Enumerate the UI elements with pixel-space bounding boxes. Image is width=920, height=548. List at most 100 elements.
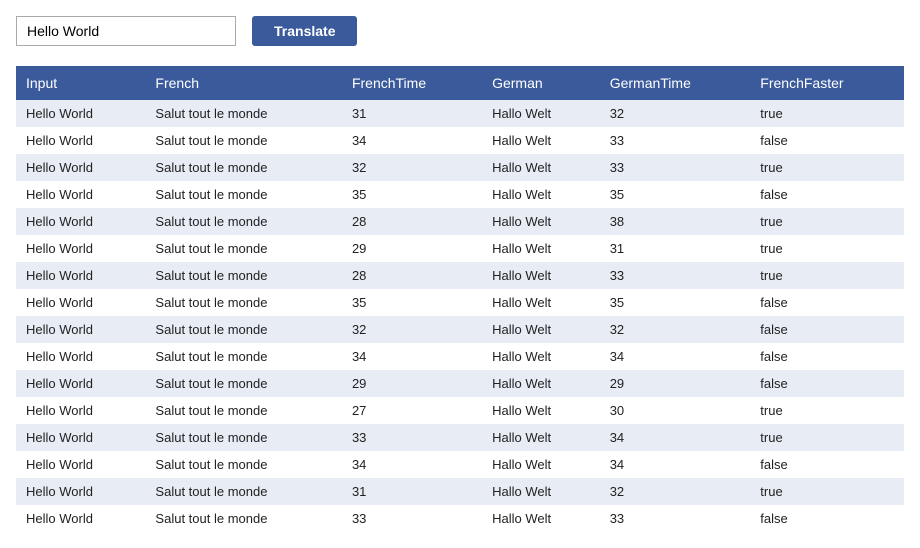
cell-frenchtime: 34 <box>342 127 482 154</box>
col-french-time: FrenchTime <box>342 66 482 100</box>
cell-german: Hallo Welt <box>482 289 600 316</box>
cell-german: Hallo Welt <box>482 262 600 289</box>
col-input: Input <box>16 66 145 100</box>
cell-french: Salut tout le monde <box>145 451 342 478</box>
cell-frenchfaster: true <box>750 478 904 505</box>
cell-german: Hallo Welt <box>482 451 600 478</box>
cell-frenchfaster: true <box>750 154 904 181</box>
cell-frenchtime: 33 <box>342 505 482 532</box>
cell-frenchtime: 32 <box>342 316 482 343</box>
cell-input: Hello World <box>16 505 145 532</box>
cell-french: Salut tout le monde <box>145 208 342 235</box>
cell-input: Hello World <box>16 127 145 154</box>
cell-german: Hallo Welt <box>482 100 600 127</box>
cell-germantime: 33 <box>600 127 751 154</box>
results-table: Input French FrenchTime German GermanTim… <box>16 66 904 532</box>
cell-frenchtime: 27 <box>342 397 482 424</box>
cell-french: Salut tout le monde <box>145 154 342 181</box>
cell-frenchfaster: true <box>750 208 904 235</box>
table-row: Hello WorldSalut tout le monde34Hallo We… <box>16 343 904 370</box>
cell-germantime: 31 <box>600 235 751 262</box>
cell-frenchfaster: true <box>750 100 904 127</box>
cell-german: Hallo Welt <box>482 208 600 235</box>
cell-input: Hello World <box>16 451 145 478</box>
cell-frenchfaster: false <box>750 181 904 208</box>
cell-germantime: 33 <box>600 262 751 289</box>
cell-input: Hello World <box>16 208 145 235</box>
cell-german: Hallo Welt <box>482 316 600 343</box>
cell-french: Salut tout le monde <box>145 235 342 262</box>
cell-input: Hello World <box>16 343 145 370</box>
table-row: Hello WorldSalut tout le monde29Hallo We… <box>16 235 904 262</box>
cell-frenchfaster: false <box>750 289 904 316</box>
cell-germantime: 34 <box>600 424 751 451</box>
col-german: German <box>482 66 600 100</box>
cell-german: Hallo Welt <box>482 397 600 424</box>
cell-french: Salut tout le monde <box>145 127 342 154</box>
table-row: Hello WorldSalut tout le monde29Hallo We… <box>16 370 904 397</box>
table-row: Hello WorldSalut tout le monde32Hallo We… <box>16 316 904 343</box>
cell-french: Salut tout le monde <box>145 424 342 451</box>
cell-french: Salut tout le monde <box>145 289 342 316</box>
cell-input: Hello World <box>16 370 145 397</box>
cell-input: Hello World <box>16 181 145 208</box>
cell-frenchtime: 31 <box>342 478 482 505</box>
translate-button[interactable]: Translate <box>252 16 357 46</box>
cell-frenchtime: 34 <box>342 343 482 370</box>
cell-german: Hallo Welt <box>482 154 600 181</box>
cell-frenchtime: 35 <box>342 181 482 208</box>
cell-frenchtime: 31 <box>342 100 482 127</box>
cell-frenchtime: 28 <box>342 208 482 235</box>
search-input[interactable] <box>16 16 236 46</box>
table-row: Hello WorldSalut tout le monde34Hallo We… <box>16 127 904 154</box>
table-body: Hello WorldSalut tout le monde31Hallo We… <box>16 100 904 532</box>
table-row: Hello WorldSalut tout le monde27Hallo We… <box>16 397 904 424</box>
cell-frenchfaster: false <box>750 451 904 478</box>
table-row: Hello WorldSalut tout le monde33Hallo We… <box>16 505 904 532</box>
cell-frenchtime: 34 <box>342 451 482 478</box>
table-row: Hello WorldSalut tout le monde35Hallo We… <box>16 289 904 316</box>
toolbar: Translate <box>16 16 904 46</box>
cell-input: Hello World <box>16 478 145 505</box>
cell-germantime: 33 <box>600 505 751 532</box>
cell-germantime: 32 <box>600 478 751 505</box>
cell-input: Hello World <box>16 154 145 181</box>
cell-french: Salut tout le monde <box>145 181 342 208</box>
cell-french: Salut tout le monde <box>145 100 342 127</box>
col-german-time: GermanTime <box>600 66 751 100</box>
cell-germantime: 35 <box>600 181 751 208</box>
cell-germantime: 29 <box>600 370 751 397</box>
cell-french: Salut tout le monde <box>145 505 342 532</box>
cell-german: Hallo Welt <box>482 370 600 397</box>
cell-frenchfaster: true <box>750 397 904 424</box>
col-french: French <box>145 66 342 100</box>
cell-frenchtime: 29 <box>342 235 482 262</box>
cell-german: Hallo Welt <box>482 181 600 208</box>
cell-french: Salut tout le monde <box>145 262 342 289</box>
cell-frenchfaster: false <box>750 505 904 532</box>
cell-frenchtime: 33 <box>342 424 482 451</box>
cell-germantime: 38 <box>600 208 751 235</box>
cell-german: Hallo Welt <box>482 235 600 262</box>
col-french-faster: FrenchFaster <box>750 66 904 100</box>
cell-french: Salut tout le monde <box>145 370 342 397</box>
cell-frenchtime: 32 <box>342 154 482 181</box>
cell-germantime: 34 <box>600 343 751 370</box>
cell-french: Salut tout le monde <box>145 478 342 505</box>
cell-frenchtime: 29 <box>342 370 482 397</box>
cell-german: Hallo Welt <box>482 127 600 154</box>
cell-germantime: 32 <box>600 100 751 127</box>
cell-germantime: 30 <box>600 397 751 424</box>
table-row: Hello WorldSalut tout le monde31Hallo We… <box>16 478 904 505</box>
cell-input: Hello World <box>16 316 145 343</box>
table-row: Hello WorldSalut tout le monde28Hallo We… <box>16 262 904 289</box>
cell-german: Hallo Welt <box>482 478 600 505</box>
cell-frenchtime: 28 <box>342 262 482 289</box>
table-row: Hello WorldSalut tout le monde34Hallo We… <box>16 451 904 478</box>
cell-frenchfaster: false <box>750 316 904 343</box>
table-row: Hello WorldSalut tout le monde33Hallo We… <box>16 424 904 451</box>
cell-germantime: 33 <box>600 154 751 181</box>
cell-frenchtime: 35 <box>342 289 482 316</box>
cell-input: Hello World <box>16 100 145 127</box>
cell-frenchfaster: true <box>750 235 904 262</box>
